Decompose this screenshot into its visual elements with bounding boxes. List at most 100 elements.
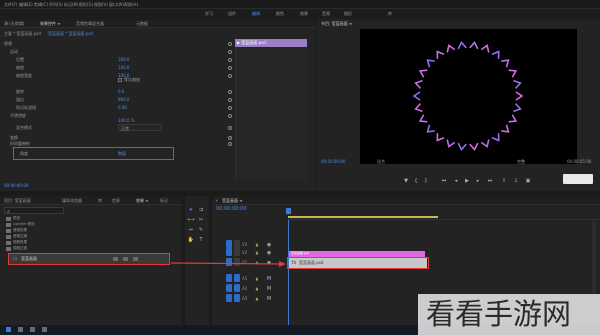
keyframe-toggle-icon[interactable] xyxy=(228,42,232,46)
timeline-close-icon[interactable]: × xyxy=(215,198,218,203)
track-source-button[interactable] xyxy=(234,240,240,248)
workspace-effects[interactable]: 效果 xyxy=(300,11,308,16)
program-timecode-left[interactable]: 00:00:00:00 xyxy=(321,159,345,164)
workspace-audio[interactable]: 音频 xyxy=(322,11,330,16)
menu-item-clip[interactable]: 剪辑(C) xyxy=(34,2,48,7)
tab-markers[interactable]: 标记 xyxy=(160,198,168,203)
blend-mode-dropdown[interactable]: 正常 xyxy=(118,124,162,131)
track-target-button[interactable] xyxy=(226,284,232,292)
property-value[interactable]: 300.0 xyxy=(118,57,129,62)
hand-tool-icon[interactable]: ✋ xyxy=(187,236,195,244)
frame-forward-icon[interactable]: ▸ xyxy=(474,176,482,185)
setting-value[interactable]: 数值 xyxy=(118,151,126,156)
workspace-assembly[interactable]: 组件 xyxy=(228,11,236,16)
keyframe-toggle-icon[interactable] xyxy=(228,50,232,54)
type-tool-icon[interactable]: T xyxy=(197,236,205,244)
tab-source[interactable]: 源:(无剪辑) xyxy=(4,21,24,26)
effects-folder[interactable]: 视频过渡 xyxy=(4,246,104,252)
mute-icon[interactable]: M xyxy=(266,274,272,283)
mute-icon[interactable]: M xyxy=(266,284,272,293)
property-value[interactable]: 100.0 xyxy=(118,65,129,70)
tab-info[interactable]: 信息 xyxy=(112,198,120,203)
go-in-icon[interactable]: ⏮ xyxy=(440,176,448,185)
work-area-bar[interactable] xyxy=(288,216,438,218)
property-value[interactable]: 0.0 xyxy=(118,89,124,94)
menu-item-help[interactable]: 帮助(H) xyxy=(124,2,138,7)
track-header[interactable]: A3 🔒 M xyxy=(226,294,286,303)
mark-out-icon[interactable]: { xyxy=(412,176,420,185)
keyframe-toggle-icon[interactable] xyxy=(228,58,232,62)
program-viewer[interactable] xyxy=(360,29,577,164)
menu-item-edit[interactable]: 编辑(E) xyxy=(19,2,33,7)
taskbar-app-3[interactable] xyxy=(30,327,35,332)
selection-tool-icon[interactable]: ➤ xyxy=(187,206,195,214)
lock-icon[interactable]: 🔒 xyxy=(254,274,260,283)
track-header[interactable]: V2 🔒 ◉ xyxy=(226,248,286,257)
mute-icon[interactable]: M xyxy=(266,294,272,303)
property-value[interactable]: 960.0 xyxy=(118,97,129,102)
keyframe-toggle-icon[interactable] xyxy=(228,142,232,146)
extract-icon[interactable]: ⇩ xyxy=(512,176,520,185)
keyframe-toggle-icon[interactable] xyxy=(228,114,232,118)
playhead-marker[interactable] xyxy=(286,208,291,214)
track-header[interactable]: V1 🔒 ◉ xyxy=(226,258,286,267)
track-select-tool-icon[interactable]: ⇉ xyxy=(197,206,205,214)
program-quality[interactable]: 完整 xyxy=(517,159,525,164)
track-source-button[interactable] xyxy=(234,284,240,292)
lift-icon[interactable]: ⇧ xyxy=(500,176,508,185)
menu-item-view[interactable]: 视图(V) xyxy=(94,2,108,7)
keyframe-toggle-icon[interactable] xyxy=(228,66,232,70)
uniform-scale-checkbox[interactable] xyxy=(118,78,122,82)
menu-item-marker[interactable]: 标记(M) xyxy=(64,2,79,7)
track-header[interactable]: A2 🔒 M xyxy=(226,284,286,293)
mark-in-icon[interactable]: ▼ xyxy=(402,176,410,185)
lock-icon[interactable]: 🔒 xyxy=(254,248,260,257)
selected-item-row[interactable]: ▭ 莹蓝画面 xyxy=(9,254,169,264)
frame-back-icon[interactable]: ◂ xyxy=(452,176,460,185)
pen-tool-icon[interactable]: ✎ xyxy=(197,226,205,234)
tab-effect-controls[interactable]: 效果控件 ≡ xyxy=(40,21,61,26)
tab-libraries[interactable]: 库 xyxy=(98,198,102,203)
workspace-learn[interactable]: 学习 xyxy=(205,11,213,16)
keyframe-toggle-icon[interactable] xyxy=(228,74,232,78)
taskbar-app-4[interactable] xyxy=(42,327,47,332)
workspace-graphics[interactable]: 图形 xyxy=(344,11,352,16)
eye-icon[interactable]: ◉ xyxy=(266,248,272,257)
program-fit[interactable]: 适合 xyxy=(377,159,385,164)
keyframe-toggle-icon[interactable] xyxy=(228,90,232,94)
step-back-icon[interactable]: } xyxy=(422,176,430,185)
workspace-editing[interactable]: 编辑 xyxy=(252,11,260,16)
play-icon[interactable]: ▶ xyxy=(463,176,471,185)
tab-media-browser[interactable]: 媒体浏览器 xyxy=(62,198,82,203)
lock-icon[interactable]: 🔒 xyxy=(254,284,260,293)
track-header[interactable]: A1 🔒 M xyxy=(226,274,286,283)
tab-metadata[interactable]: 元数据 xyxy=(136,21,148,26)
timeline-tab[interactable]: 莹蓝画面 ≡ xyxy=(222,198,243,203)
tab-effects[interactable]: 效果 ≡ xyxy=(136,198,149,203)
lock-icon[interactable]: 🔒 xyxy=(254,258,260,267)
track-source-button[interactable] xyxy=(234,274,240,282)
effect-mini-timeline[interactable]: ▶ 莹蓝画面.psd xyxy=(235,39,307,47)
keyframe-toggle-icon[interactable] xyxy=(228,106,232,110)
keyframe-toggle-icon[interactable] xyxy=(228,136,232,140)
menu-item-sequence[interactable]: 序列(S) xyxy=(49,2,63,7)
clip-v1[interactable]: fx 莹蓝画面.psd xyxy=(289,258,427,268)
timeline-timecode[interactable]: 00:00:00:00 xyxy=(216,206,247,213)
track-target-button[interactable] xyxy=(226,258,232,266)
program-toolbar-extra[interactable] xyxy=(563,174,593,184)
track-source-button[interactable] xyxy=(234,258,240,266)
tab-project[interactable]: 项目: 莹蓝画面 xyxy=(4,198,31,203)
effects-search-input[interactable]: ⌕ xyxy=(4,207,64,215)
export-frame-icon[interactable]: ▣ xyxy=(524,176,532,185)
track-source-button[interactable] xyxy=(234,294,240,302)
property-value[interactable]: 0.00 xyxy=(118,105,127,110)
tab-audio-mixer[interactable]: 音频剪辑混合器 xyxy=(76,21,104,26)
effect-timecode[interactable]: 00:00:00:00 xyxy=(4,183,28,188)
taskbar-app-2[interactable] xyxy=(18,327,23,332)
timeline-ruler[interactable] xyxy=(286,208,598,220)
go-out-icon[interactable]: ⏭ xyxy=(486,176,494,185)
keyframe-toggle-icon[interactable] xyxy=(228,98,232,102)
menu-item-graphics[interactable]: 图形(G) xyxy=(79,2,93,7)
track-target-button[interactable] xyxy=(226,248,232,256)
razor-tool-icon[interactable]: ✂ xyxy=(197,216,205,224)
